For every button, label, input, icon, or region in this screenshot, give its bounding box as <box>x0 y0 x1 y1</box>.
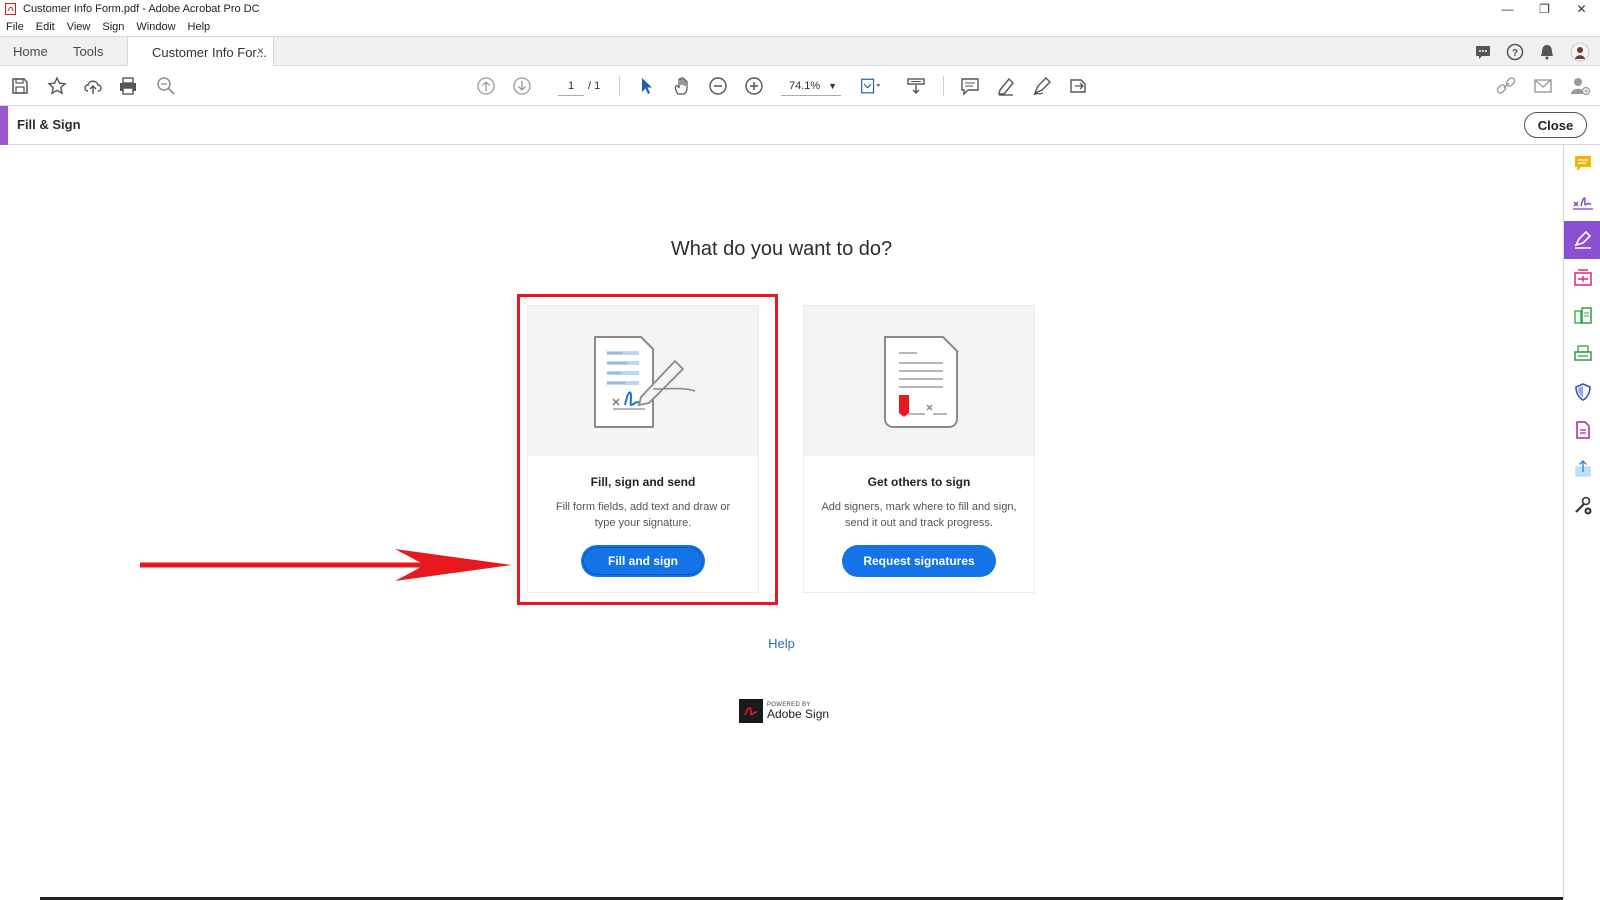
tool-accent-bar <box>0 106 8 145</box>
user-avatar[interactable] <box>1570 42 1590 62</box>
adobe-sign-branding: POWERED BY Adobe Sign <box>739 699 829 723</box>
menu-edit[interactable]: Edit <box>36 21 55 33</box>
rail-protect-shield-icon[interactable] <box>1564 373 1600 411</box>
close-tool-button[interactable]: Close <box>1524 112 1587 138</box>
rail-create-pdf-icon[interactable] <box>1564 411 1600 449</box>
help-icon[interactable]: ? <box>1506 43 1524 61</box>
zoom-in-icon[interactable] <box>743 75 765 97</box>
scroll-mode-icon[interactable] <box>905 75 927 97</box>
select-cursor-icon[interactable] <box>635 75 657 97</box>
zoom-out-icon[interactable] <box>707 75 729 97</box>
menu-sign[interactable]: Sign <box>102 21 124 33</box>
cloud-upload-icon[interactable] <box>82 75 104 97</box>
restore-icon[interactable]: ❐ <box>1526 0 1563 18</box>
rail-fill-sign-icon[interactable] <box>1564 183 1600 221</box>
menu-window[interactable]: Window <box>136 21 175 33</box>
previous-page-icon[interactable] <box>475 75 497 97</box>
zoom-search-icon[interactable] <box>155 75 177 97</box>
zoom-level-dropdown[interactable]: 74.1% ▼ <box>781 76 841 96</box>
notification-bell-icon[interactable] <box>1538 43 1556 61</box>
sign-pen-icon[interactable] <box>1031 75 1053 97</box>
help-link[interactable]: Help <box>0 636 1563 651</box>
hand-tool-icon[interactable] <box>671 75 693 97</box>
menu-file[interactable]: File <box>6 21 24 33</box>
page-total: / 1 <box>588 80 601 92</box>
menu-bar: File Edit View Sign Window Help <box>0 18 1600 36</box>
tab-home[interactable]: Home <box>13 37 48 66</box>
tab-bar: Home Tools Customer Info For... × ? <box>0 36 1600 67</box>
rail-more-tools-icon[interactable] <box>1564 487 1600 525</box>
rail-export-icon[interactable] <box>1564 335 1600 373</box>
highlight-annotation-box <box>517 294 778 605</box>
card-description: Add signers, mark where to fill and sign… <box>821 501 1017 529</box>
print-icon[interactable] <box>117 75 139 97</box>
add-user-icon[interactable] <box>1569 75 1591 97</box>
toolbar: 1 / 1 74.1% ▼ <box>0 66 1600 106</box>
tab-close-icon[interactable]: × <box>257 44 264 58</box>
fit-page-icon[interactable] <box>860 75 882 97</box>
comment-icon[interactable] <box>959 75 981 97</box>
rail-sign-active-icon[interactable] <box>1564 221 1600 259</box>
share-link-icon[interactable] <box>1495 75 1517 97</box>
toolbar-divider <box>619 76 620 96</box>
comment-chat-icon[interactable] <box>1474 43 1492 61</box>
card-title: Get others to sign <box>867 475 971 489</box>
get-others-to-sign-card: Get others to sign Add signers, mark whe… <box>803 305 1035 593</box>
right-tools-rail <box>1563 145 1600 900</box>
red-arrow-annotation-icon <box>140 549 512 581</box>
menu-view[interactable]: View <box>67 21 91 33</box>
brand-name: Adobe Sign <box>767 707 830 721</box>
send-for-signature-icon[interactable] <box>1067 75 1089 97</box>
zoom-level-value: 74.1% <box>789 80 821 92</box>
rail-comment-icon[interactable] <box>1564 145 1600 183</box>
request-signatures-illustration <box>804 306 1034 456</box>
toolbar-divider <box>943 76 944 96</box>
close-icon[interactable]: ✕ <box>1563 0 1600 18</box>
acrobat-app-icon <box>5 3 16 15</box>
tool-panel-header: Fill & Sign Close <box>0 106 1600 145</box>
tab-tools[interactable]: Tools <box>73 37 103 66</box>
tab-document[interactable]: Customer Info For... × <box>127 37 274 67</box>
request-document-icon <box>884 336 958 428</box>
svg-text:?: ? <box>1512 48 1518 59</box>
save-icon[interactable] <box>9 75 31 97</box>
rail-share-upload-icon[interactable] <box>1564 449 1600 487</box>
request-signatures-button[interactable]: Request signatures <box>842 545 996 577</box>
page-number-input[interactable]: 1 <box>558 76 584 96</box>
chevron-down-icon: ▼ <box>828 81 837 91</box>
next-page-icon[interactable] <box>511 75 533 97</box>
email-icon[interactable] <box>1532 75 1554 97</box>
rail-edit-pdf-icon[interactable] <box>1564 259 1600 297</box>
adobe-sign-logo-icon <box>739 699 763 723</box>
rail-organize-pages-icon[interactable] <box>1564 297 1600 335</box>
bookmark-star-icon[interactable] <box>46 75 68 97</box>
tool-title: Fill & Sign <box>17 117 81 132</box>
minimize-icon[interactable]: — <box>1489 0 1526 18</box>
tab-document-label: Customer Info For... <box>152 44 267 60</box>
title-bar: Customer Info Form.pdf - Adobe Acrobat P… <box>0 0 1600 18</box>
highlight-pen-icon[interactable] <box>995 75 1017 97</box>
page-heading: What do you want to do? <box>670 238 893 260</box>
menu-help[interactable]: Help <box>188 21 211 33</box>
window-title: Customer Info Form.pdf - Adobe Acrobat P… <box>23 3 260 15</box>
